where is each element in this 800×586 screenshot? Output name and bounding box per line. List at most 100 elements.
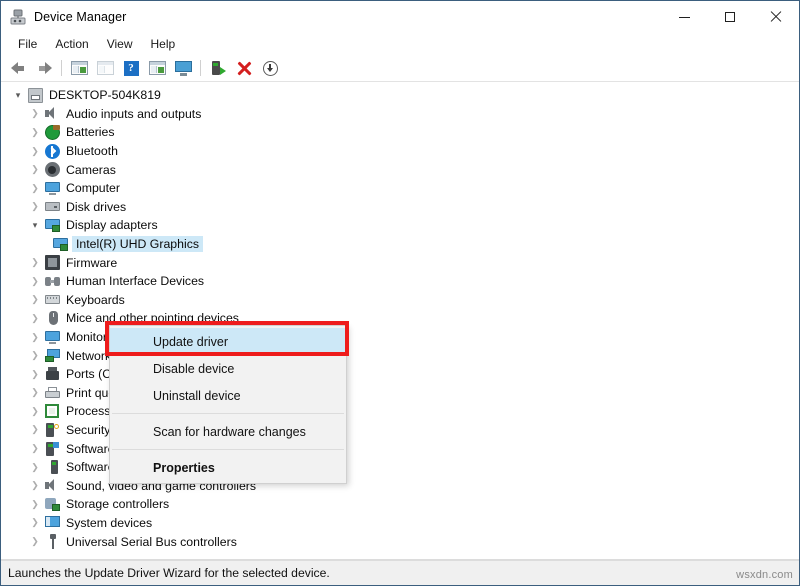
tree-item-human-interface-devices[interactable]: ❯ Human Interface Devices xyxy=(1,272,799,291)
chevron-right-icon[interactable]: ❯ xyxy=(27,537,43,546)
tree-item-keyboards[interactable]: ❯ Keyboards xyxy=(1,291,799,310)
menu-item-action[interactable]: Action xyxy=(46,35,97,53)
download-button[interactable] xyxy=(257,57,283,79)
chevron-right-icon[interactable]: ❯ xyxy=(27,258,43,267)
maximize-button[interactable] xyxy=(707,1,753,33)
scan-hardware-button[interactable] xyxy=(170,57,196,79)
tree-item-display-adapters[interactable]: ▾ Display adapters xyxy=(1,216,799,235)
processor-icon xyxy=(43,404,61,419)
minimize-button[interactable] xyxy=(661,1,707,33)
speaker-icon xyxy=(43,107,61,120)
context-menu-item-disable-device[interactable]: Disable device xyxy=(110,355,346,382)
port-icon xyxy=(43,367,61,381)
software-component-icon xyxy=(43,441,61,456)
chevron-right-icon[interactable]: ❯ xyxy=(27,313,43,323)
chevron-down-icon[interactable]: ▾ xyxy=(10,90,26,100)
update-driver-panel-icon xyxy=(96,61,114,75)
tree-item-firmware[interactable]: ❯ Firmware xyxy=(1,253,799,272)
chevron-right-icon[interactable]: ❯ xyxy=(27,518,43,527)
properties-button[interactable] xyxy=(66,57,92,79)
tree-item-bluetooth[interactable]: ❯ Bluetooth xyxy=(1,142,799,161)
maximize-icon xyxy=(725,12,735,22)
battery-icon xyxy=(43,124,61,140)
chevron-right-icon[interactable]: ❯ xyxy=(27,481,43,490)
menu-item-help[interactable]: Help xyxy=(142,35,185,53)
show-hidden-devices-button[interactable] xyxy=(144,57,170,79)
disk-drive-icon xyxy=(43,202,61,212)
monitor-icon xyxy=(43,330,61,344)
chevron-right-icon[interactable]: ❯ xyxy=(27,406,43,416)
bluetooth-icon xyxy=(43,143,61,159)
menu-item-file[interactable]: File xyxy=(9,35,46,53)
enable-device-icon xyxy=(211,60,226,76)
chevron-right-icon[interactable]: ❯ xyxy=(27,165,43,174)
menu-bar: File Action View Help xyxy=(1,33,799,55)
tree-item-label: Intel(R) UHD Graphics xyxy=(72,236,203,253)
minimize-icon xyxy=(678,16,690,18)
tree-item-label: Human Interface Devices xyxy=(66,274,205,289)
tree-item-intel-uhd-graphics[interactable]: Intel(R) UHD Graphics xyxy=(1,235,799,254)
chevron-right-icon[interactable]: ❯ xyxy=(27,295,43,304)
close-button[interactable] xyxy=(753,1,799,33)
chevron-right-icon[interactable]: ❯ xyxy=(27,332,43,342)
help-icon: ? xyxy=(123,60,139,76)
tree-item-label: System devices xyxy=(66,515,153,530)
mouse-icon xyxy=(43,311,61,326)
tree-item-label: Display adapters xyxy=(66,218,158,233)
speaker-icon xyxy=(43,479,61,492)
chevron-right-icon[interactable]: ❯ xyxy=(27,202,43,211)
chevron-down-icon[interactable]: ▾ xyxy=(27,220,43,230)
system-device-icon xyxy=(43,516,61,529)
tree-item-label: Disk drives xyxy=(66,199,127,214)
chevron-right-icon[interactable]: ❯ xyxy=(27,425,43,434)
help-button[interactable]: ? xyxy=(118,57,144,79)
menu-item-view[interactable]: View xyxy=(98,35,142,53)
chevron-right-icon[interactable]: ❯ xyxy=(27,351,43,360)
tree-item-universal-serial-bus-controllers[interactable]: ❯ Universal Serial Bus controllers xyxy=(1,532,799,551)
chevron-right-icon[interactable]: ❯ xyxy=(27,127,43,137)
tree-item-batteries[interactable]: ❯ Batteries xyxy=(1,123,799,142)
back-button[interactable] xyxy=(5,57,31,79)
watermark: wsxdn.com xyxy=(736,569,793,581)
chevron-right-icon[interactable]: ❯ xyxy=(27,276,43,286)
tree-item-audio-inputs-and-outputs[interactable]: ❯ Audio inputs and outputs xyxy=(1,105,799,124)
tree-item-label: DESKTOP-504K819 xyxy=(49,88,161,103)
context-menu: Update driver Disable device Uninstall d… xyxy=(109,325,347,484)
forward-arrow-icon xyxy=(37,61,52,75)
tree-item-label: Bluetooth xyxy=(66,144,118,159)
monitor-icon xyxy=(43,181,61,195)
tree-item-disk-drives[interactable]: ❯ Disk drives xyxy=(1,198,799,217)
display-adapter-icon xyxy=(43,218,61,232)
chevron-right-icon[interactable]: ❯ xyxy=(27,499,43,509)
status-bar-text: Launches the Update Driver Wizard for th… xyxy=(8,566,330,580)
chevron-right-icon[interactable]: ❯ xyxy=(27,146,43,156)
tree-item-cameras[interactable]: ❯ Cameras xyxy=(1,160,799,179)
status-bar: Launches the Update Driver Wizard for th… xyxy=(1,560,799,585)
chevron-right-icon[interactable]: ❯ xyxy=(27,109,43,118)
chevron-right-icon[interactable]: ❯ xyxy=(27,462,43,472)
chevron-right-icon[interactable]: ❯ xyxy=(27,369,43,379)
update-driver-button[interactable] xyxy=(92,57,118,79)
tree-item-computer[interactable]: ❯ Computer xyxy=(1,179,799,198)
context-menu-item-uninstall-device[interactable]: Uninstall device xyxy=(110,382,346,409)
show-hidden-devices-icon xyxy=(148,61,166,75)
tree-item-system-devices[interactable]: ❯ System devices xyxy=(1,514,799,533)
tree-item-label: Keyboards xyxy=(66,292,125,307)
forward-button[interactable] xyxy=(31,57,57,79)
tree-item-storage-controllers[interactable]: ❯ Storage controllers xyxy=(1,495,799,514)
chevron-right-icon[interactable]: ❯ xyxy=(27,183,43,193)
device-tree-panel[interactable]: ▾ DESKTOP-504K819 ❯ Audio inputs and out… xyxy=(1,82,799,560)
window-controls xyxy=(661,1,799,33)
context-menu-separator-2 xyxy=(112,449,344,450)
context-menu-item-properties[interactable]: Properties xyxy=(110,454,346,481)
context-menu-item-scan-for-hardware-changes[interactable]: Scan for hardware changes xyxy=(110,418,346,445)
tree-item-label: Mice and other pointing devices xyxy=(66,311,239,326)
chevron-right-icon[interactable]: ❯ xyxy=(27,444,43,453)
tree-root-item[interactable]: ▾ DESKTOP-504K819 xyxy=(1,86,799,105)
enable-device-button[interactable] xyxy=(205,57,231,79)
toolbar: ? xyxy=(1,55,799,82)
uninstall-device-button[interactable] xyxy=(231,57,257,79)
scan-for-hardware-changes-icon xyxy=(174,60,192,76)
chevron-right-icon[interactable]: ❯ xyxy=(27,388,43,397)
context-menu-item-update-driver[interactable]: Update driver xyxy=(110,328,346,355)
